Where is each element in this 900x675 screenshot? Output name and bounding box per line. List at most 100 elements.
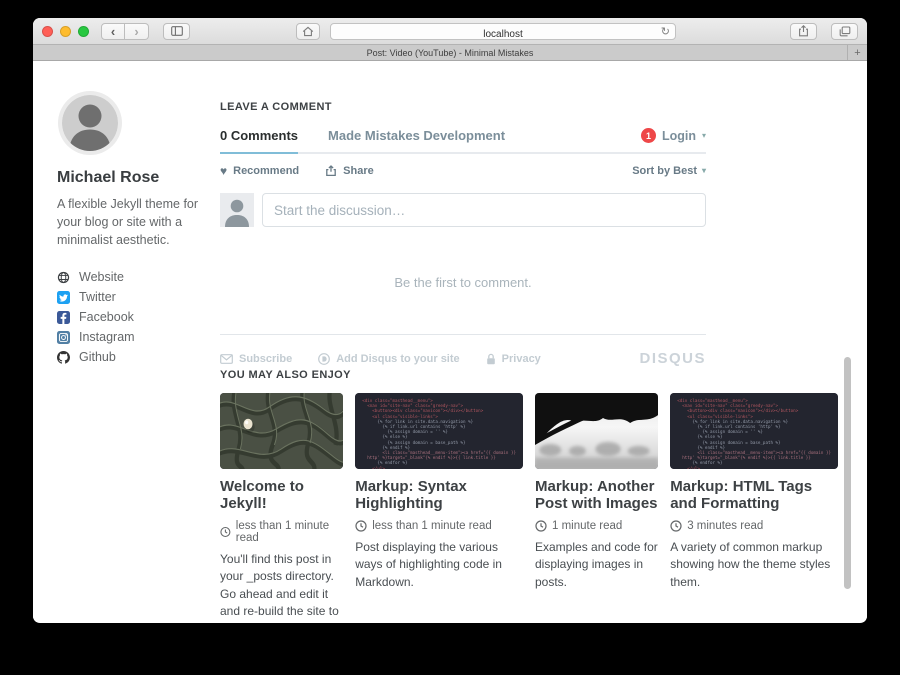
post-title[interactable]: Markup: HTML Tags and Formatting <box>670 479 838 513</box>
post-thumbnail-foggy-trees[interactable] <box>535 393 658 469</box>
clock-icon <box>535 520 547 532</box>
add-disqus-link[interactable]: Add Disqus to your site <box>318 353 459 365</box>
read-time: less than 1 minute read <box>236 520 343 544</box>
sidebar-toggle-button[interactable] <box>163 23 190 40</box>
subscribe-link[interactable]: Subscribe <box>220 353 292 365</box>
facebook-icon <box>57 311 70 324</box>
notification-badge: 1 <box>641 128 656 143</box>
author-links: Website Twitter Facebook Instagram <box>57 267 215 367</box>
tab-active[interactable]: Post: Video (YouTube) - Minimal Mistakes <box>367 48 534 58</box>
nav-buttons <box>101 23 149 40</box>
sidebar-item-github[interactable]: Github <box>57 347 215 367</box>
envelope-icon <box>220 354 233 364</box>
twitter-icon <box>57 291 70 304</box>
foggy-trees-image <box>535 393 658 469</box>
login-button[interactable]: 1 Login <box>641 128 706 143</box>
minimize-button[interactable] <box>60 26 71 37</box>
read-time: 3 minutes read <box>687 520 763 532</box>
sidebar-item-facebook[interactable]: Facebook <box>57 307 215 327</box>
share-icon <box>798 25 809 37</box>
avatar-silhouette-icon <box>220 193 254 227</box>
post-title[interactable]: Markup: Another Post with Images <box>535 479 658 513</box>
share-thread-button[interactable]: Share <box>325 165 374 177</box>
forward-button[interactable] <box>125 23 149 40</box>
sidebar-item-label: Github <box>79 350 116 364</box>
related-post-card: <div class="masthead__menu"> <nav id="si… <box>670 393 838 622</box>
empty-comments-message: Be the first to comment. <box>220 275 706 290</box>
post-thumbnail-green-texture[interactable] <box>220 393 343 469</box>
avatar-silhouette-icon <box>58 91 122 155</box>
post-title[interactable]: Markup: Syntax Highlighting <box>355 479 523 513</box>
heart-icon <box>220 164 227 178</box>
subscribe-label: Subscribe <box>239 353 292 365</box>
clock-icon <box>670 520 682 532</box>
related-heading: YOU MAY ALSO ENJOY <box>220 369 838 381</box>
browser-window: Post: Video (YouTube) - Minimal Mistakes… <box>33 18 867 623</box>
post-thumbnail-code[interactable]: <div class="masthead__menu"> <nav id="si… <box>355 393 523 469</box>
browser-tab-bar: Post: Video (YouTube) - Minimal Mistakes… <box>33 45 867 61</box>
commenter-avatar <box>220 193 254 227</box>
sidebar-item-label: Twitter <box>79 290 116 304</box>
sidebar-item-label: Instagram <box>79 330 135 344</box>
privacy-label: Privacy <box>502 353 541 365</box>
close-button[interactable] <box>42 26 53 37</box>
post-thumbnail-code[interactable]: <div class="masthead__menu"> <nav id="si… <box>670 393 838 469</box>
sort-dropdown[interactable]: Sort by Best <box>632 165 706 177</box>
post-excerpt: A variety of common markup showing how t… <box>670 539 838 591</box>
sidebar-item-instagram[interactable]: Instagram <box>57 327 215 347</box>
tabs-icon <box>839 26 851 37</box>
privacy-link[interactable]: Privacy <box>486 353 541 365</box>
tab-comment-count[interactable]: 0 Comments <box>220 128 298 143</box>
code-screenshot-image: <div class="masthead__menu"> <nav id="si… <box>670 393 838 469</box>
chevron-left-icon <box>111 25 115 38</box>
tab-community-link[interactable]: Made Mistakes Development <box>328 128 505 143</box>
sidebar-icon <box>171 26 183 36</box>
author-avatar <box>58 91 122 155</box>
new-tab-button[interactable]: + <box>847 45 867 60</box>
scrollbar-thumb[interactable] <box>844 357 851 589</box>
post-meta: less than 1 minute read <box>220 520 343 544</box>
clock-icon <box>355 520 367 532</box>
sidebar-item-website[interactable]: Website <box>57 267 215 287</box>
read-time: less than 1 minute read <box>372 520 492 532</box>
sidebar-item-twitter[interactable]: Twitter <box>57 287 215 307</box>
post-meta: 1 minute read <box>535 520 658 532</box>
screenshot-background: Post: Video (YouTube) - Minimal Mistakes… <box>0 0 900 675</box>
sidebar-item-label: Facebook <box>79 310 134 324</box>
share-button[interactable] <box>790 23 817 40</box>
add-disqus-label: Add Disqus to your site <box>336 353 459 365</box>
back-button[interactable] <box>101 23 125 40</box>
home-button[interactable] <box>296 23 320 40</box>
globe-icon <box>57 271 70 284</box>
home-icon <box>302 26 314 37</box>
comment-input[interactable] <box>262 193 706 227</box>
comment-composer <box>220 193 706 227</box>
github-icon <box>57 351 70 364</box>
sidebar-item-label: Website <box>79 270 124 284</box>
recommend-label: Recommend <box>233 165 299 177</box>
disqus-logo[interactable]: DISQUS <box>639 350 706 367</box>
tab-overview-button[interactable] <box>831 23 858 40</box>
related-post-card: Welcome to Jekyll! less than 1 minute re… <box>220 393 343 622</box>
disqus-actions: Recommend Share Sort by Best <box>220 164 706 178</box>
related-post-card: Markup: Another Post with Images 1 minut… <box>535 393 658 622</box>
sort-label: Sort by Best <box>632 165 697 177</box>
post-title[interactable]: Welcome to Jekyll! <box>220 479 343 513</box>
disqus-tabs: 0 Comments Made Mistakes Development 1 L… <box>220 128 706 154</box>
login-label: Login <box>662 129 696 143</box>
read-time: 1 minute read <box>552 520 622 532</box>
related-posts-section: YOU MAY ALSO ENJOY <box>220 369 838 622</box>
recommend-button[interactable]: Recommend <box>220 164 299 178</box>
url-input[interactable] <box>331 27 675 42</box>
browser-toolbar <box>33 18 867 45</box>
author-sidebar: Michael Rose A flexible Jekyll theme for… <box>57 91 215 367</box>
green-texture-image <box>220 393 343 469</box>
fullscreen-button[interactable] <box>78 26 89 37</box>
chevron-down-icon <box>702 132 706 140</box>
post-meta: 3 minutes read <box>670 520 838 532</box>
related-post-card: <div class="masthead__menu"> <nav id="si… <box>355 393 523 622</box>
disqus-d-icon <box>318 353 330 365</box>
reload-icon[interactable] <box>661 25 670 38</box>
comments-heading: LEAVE A COMMENT <box>220 101 706 113</box>
address-bar[interactable] <box>330 23 676 40</box>
